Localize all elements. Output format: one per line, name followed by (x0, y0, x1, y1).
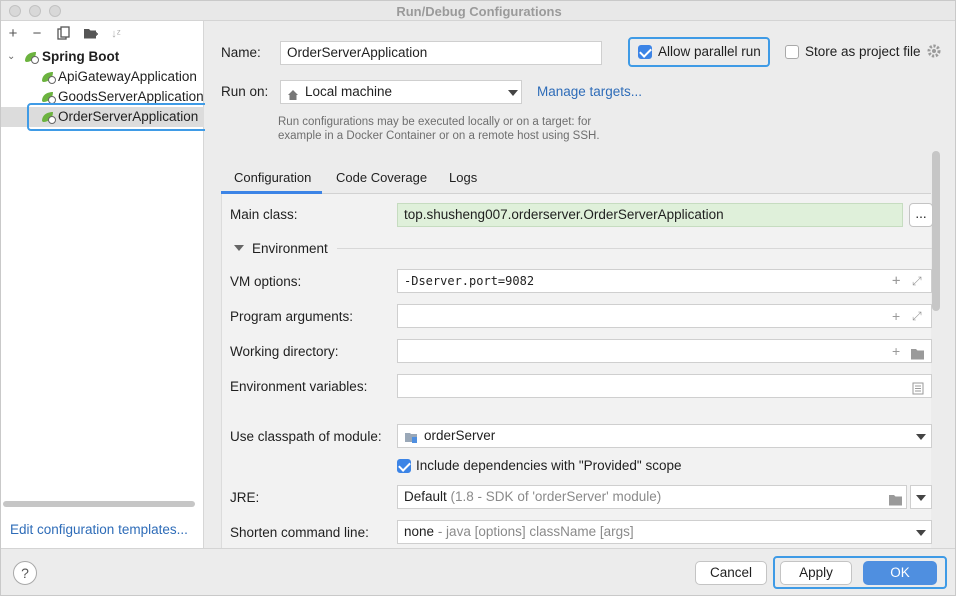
module-icon (404, 430, 418, 444)
run-on-hint-line2: example in a Docker Container or on a re… (278, 130, 600, 142)
include-provided-deps-label[interactable]: Include dependencies with "Provided" sco… (416, 458, 682, 473)
edit-configuration-templates-link[interactable]: Edit configuration templates... (10, 522, 188, 537)
selection-highlight-outline (27, 103, 210, 131)
window-title: Run/Debug Configurations (396, 4, 562, 19)
classpath-module-label: Use classpath of module: (230, 429, 382, 444)
home-icon (287, 86, 299, 100)
expand-icon[interactable]: ⤢ (912, 274, 922, 288)
environment-variables-label: Environment variables: (230, 379, 368, 394)
store-as-project-file-label[interactable]: Store as project file (805, 44, 921, 59)
name-label: Name: (221, 45, 261, 60)
browse-main-class-button[interactable]: ... (909, 203, 933, 227)
run-debug-configurations-window: Run/Debug Configurations + − ↓ᶻ ⌄ Spring… (0, 0, 956, 596)
run-on-hint-line1: Run configurations may be executed local… (278, 116, 592, 128)
shorten-command-line-value: none (404, 524, 435, 539)
allow-parallel-highlight-outline (628, 37, 770, 67)
run-on-label: Run on: (221, 84, 269, 99)
help-button[interactable]: ? (13, 561, 37, 585)
folder-icon[interactable] (888, 491, 904, 506)
shorten-command-line-select[interactable]: none - java [options] className [args] (397, 520, 932, 544)
tree-group-label: Spring Boot (42, 49, 120, 64)
chevron-down-icon (508, 90, 518, 96)
vm-options-label: VM options: (230, 274, 302, 289)
chevron-down-icon (916, 434, 926, 440)
tab-configuration[interactable]: Configuration (234, 170, 311, 185)
configuration-editor-pane: Name: OrderServerApplication Allow paral… (205, 21, 955, 548)
jre-dropdown-button[interactable] (910, 485, 932, 509)
cancel-button[interactable]: Cancel (695, 561, 767, 585)
configuration-panel: Main class: top.shusheng007.orderserver.… (221, 194, 933, 548)
jre-value: Default (404, 489, 447, 504)
working-directory-field[interactable]: + (397, 339, 932, 363)
tree-item-label: ApiGatewayApplication (58, 69, 197, 84)
name-field[interactable]: OrderServerApplication (280, 41, 602, 65)
store-as-project-file-checkbox[interactable] (785, 45, 799, 59)
include-provided-deps-checkbox[interactable] (397, 459, 411, 473)
environment-section-label[interactable]: Environment (252, 241, 328, 256)
tree-item-apigateway[interactable]: ApiGatewayApplication (1, 67, 204, 87)
insert-macro-icon[interactable]: + (892, 274, 900, 288)
expand-icon[interactable]: ⤢ (912, 309, 922, 323)
configurations-tree-pane: + − ↓ᶻ ⌄ Spring Boot ApiGatewayApplicati… (1, 21, 210, 548)
section-divider (337, 248, 932, 249)
spring-boot-run-icon (40, 70, 56, 84)
main-class-field[interactable]: top.shusheng007.orderserver.OrderServerA… (397, 203, 903, 227)
jre-field[interactable]: Default (1.8 - SDK of 'orderServer' modu… (397, 485, 907, 509)
insert-macro-icon[interactable]: + (892, 309, 900, 323)
sort-icon[interactable]: ↓ᶻ (108, 26, 124, 42)
folder-icon[interactable] (910, 345, 926, 360)
run-on-value: Local machine (305, 84, 393, 99)
vm-options-field[interactable]: -Dserver.port=9082 + ⤢ (397, 269, 932, 293)
tab-logs[interactable]: Logs (449, 170, 477, 185)
manage-targets-link[interactable]: Manage targets... (537, 84, 642, 99)
tree-toolbar: + − ↓ᶻ (1, 21, 204, 47)
run-on-select[interactable]: Local machine (280, 80, 522, 104)
program-arguments-label: Program arguments: (230, 309, 354, 324)
copy-icon[interactable] (56, 26, 72, 42)
classpath-module-select[interactable]: orderServer (397, 424, 932, 448)
collapse-icon[interactable] (234, 245, 244, 251)
dialog-button-bar: ? Cancel Apply OK (1, 548, 955, 595)
shorten-command-line-label: Shorten command line: (230, 525, 369, 540)
edit-list-icon[interactable] (912, 380, 924, 395)
insert-macro-icon[interactable]: + (892, 344, 900, 358)
vm-options-value: -Dserver.port=9082 (404, 274, 535, 288)
shorten-command-line-detail: - java [options] className [args] (437, 524, 634, 539)
minus-icon[interactable]: − (29, 26, 45, 42)
main-class-label: Main class: (230, 207, 298, 222)
tab-code-coverage[interactable]: Code Coverage (336, 170, 427, 185)
new-folder-icon[interactable] (83, 26, 99, 42)
chevron-down-icon (916, 495, 926, 501)
spring-boot-run-icon (40, 90, 56, 104)
title-bar: Run/Debug Configurations (1, 1, 955, 21)
gear-icon[interactable] (926, 43, 942, 59)
plus-icon[interactable]: + (5, 26, 21, 42)
spring-boot-icon (23, 50, 39, 64)
editor-vertical-scrollbar[interactable] (932, 151, 940, 311)
jre-label: JRE: (230, 490, 260, 505)
jre-detail: (1.8 - SDK of 'orderServer' module) (450, 489, 662, 504)
chevron-down-icon (916, 530, 926, 536)
tree-group-spring-boot[interactable]: ⌄ Spring Boot (1, 47, 204, 67)
configuration-tabs: Configuration Code Coverage Logs (221, 162, 931, 194)
apply-ok-highlight-outline (773, 556, 947, 589)
environment-variables-field[interactable] (397, 374, 932, 398)
tree-horizontal-scrollbar[interactable] (3, 501, 195, 507)
program-arguments-field[interactable]: + ⤢ (397, 304, 932, 328)
working-directory-label: Working directory: (230, 344, 339, 359)
chevron-down-icon[interactable]: ⌄ (7, 47, 15, 67)
classpath-module-value: orderServer (424, 428, 496, 443)
